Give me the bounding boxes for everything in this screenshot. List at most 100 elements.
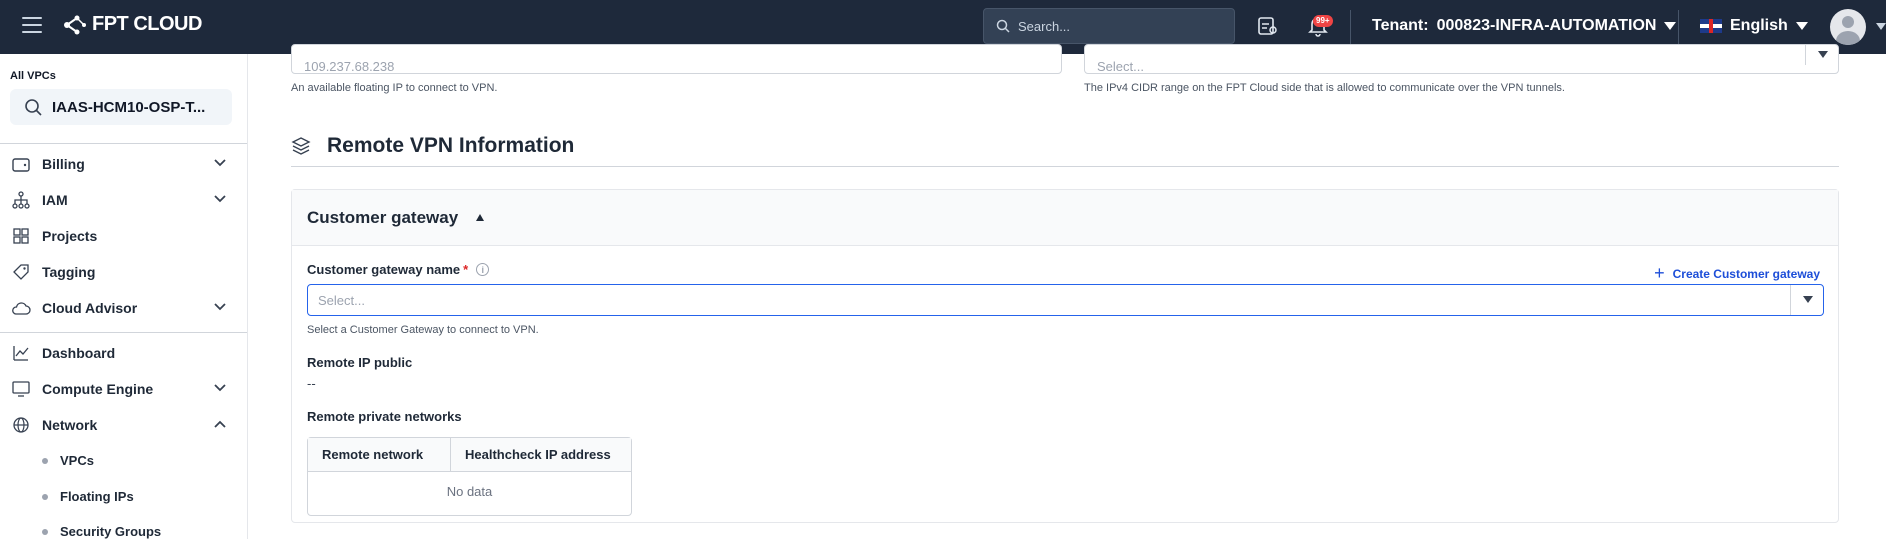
chevron-down-icon xyxy=(1795,22,1808,30)
sidebar-item-label: Network xyxy=(42,417,98,433)
avatar[interactable] xyxy=(1830,9,1866,45)
tenant-value: 000823-INFRA-AUTOMATION xyxy=(1436,17,1657,34)
select-divider xyxy=(1790,285,1791,315)
sidebar-item-label: Cloud Advisor xyxy=(42,300,138,316)
sidebar-subitem-security-groups[interactable]: Security Groups xyxy=(42,524,161,539)
sidebar-item-iam[interactable]: IAM xyxy=(0,185,247,215)
wallet-icon xyxy=(10,154,32,174)
tenant-selector[interactable]: Tenant: 000823-INFRA-AUTOMATION xyxy=(1372,17,1677,35)
main-content: 109.237.68.238 An available floating IP … xyxy=(248,44,1886,539)
hierarchy-icon xyxy=(10,190,32,210)
table-empty-message: No data xyxy=(446,484,493,499)
chevron-down-icon xyxy=(1664,22,1677,30)
card-header-toggle[interactable]: Customer gateway xyxy=(292,190,1838,246)
divider xyxy=(0,143,247,144)
uk-flag-icon xyxy=(1700,19,1722,33)
sidebar-item-network[interactable]: Network xyxy=(0,410,247,440)
language-label: English xyxy=(1730,17,1788,34)
customer-gateway-card: Customer gateway Customer gateway name *… xyxy=(291,189,1839,523)
logo-mark-icon xyxy=(64,15,86,34)
select-divider xyxy=(1805,45,1806,65)
layers-icon xyxy=(291,137,311,155)
remote-ip-label: Remote IP public xyxy=(307,355,413,370)
divider xyxy=(0,332,247,333)
sidebar-item-dashboard[interactable]: Dashboard xyxy=(0,338,247,368)
sidebar-item-cloud-advisor[interactable]: Cloud Advisor xyxy=(0,293,247,323)
cloud-icon xyxy=(10,298,32,318)
required-mark: * xyxy=(463,262,469,277)
sidebar-subitem-vpcs[interactable]: VPCs xyxy=(42,453,94,468)
divider xyxy=(1678,10,1679,44)
vpc-search-input[interactable]: IAAS-HCM10-OSP-T... xyxy=(10,89,232,125)
column-header-healthcheck-ip: Healthcheck IP address xyxy=(465,447,611,462)
remote-networks-label: Remote private networks xyxy=(307,409,462,424)
card-title: Customer gateway xyxy=(307,207,459,227)
collapse-icon xyxy=(476,214,485,221)
chevron-down-icon xyxy=(214,303,226,311)
divider xyxy=(291,166,1839,167)
floating-ip-field[interactable]: 109.237.68.238 xyxy=(291,44,1062,74)
chevron-down-icon[interactable] xyxy=(1803,296,1813,303)
chart-icon xyxy=(10,343,32,363)
floating-ip-value: 109.237.68.238 xyxy=(304,59,395,74)
chevron-down-icon xyxy=(214,195,226,203)
floating-ip-hint: An available floating IP to connect to V… xyxy=(291,82,498,94)
section-title: Remote VPN Information xyxy=(327,134,575,157)
sidebar-item-billing[interactable]: Billing xyxy=(0,149,247,179)
logo[interactable]: FPT CLOUD xyxy=(62,13,202,36)
language-selector[interactable]: English xyxy=(1700,17,1808,35)
sidebar-item-label: Projects xyxy=(42,228,98,244)
vpc-search-value: IAAS-HCM10-OSP-T... xyxy=(52,98,206,116)
info-icon[interactable]: i xyxy=(476,263,490,276)
sidebar-item-compute-engine[interactable]: Compute Engine xyxy=(0,374,247,404)
remote-networks-table: Remote network Healthcheck IP address No… xyxy=(307,437,632,516)
hamburger-menu-icon[interactable] xyxy=(22,17,42,33)
search-placeholder: Search... xyxy=(1018,18,1071,34)
gateway-name-label: Customer gateway name * i xyxy=(307,262,490,277)
remote-ip-value: -- xyxy=(307,376,316,391)
clipboard-icon[interactable] xyxy=(1255,14,1279,38)
bullet-icon xyxy=(42,457,48,464)
sidebar-item-tagging[interactable]: Tagging xyxy=(0,257,247,287)
cidr-select[interactable]: Select... xyxy=(1084,44,1839,74)
sidebar-item-label: IAM xyxy=(42,192,68,208)
globe-icon xyxy=(10,415,32,435)
sidebar-item-label: Billing xyxy=(42,156,85,172)
global-search-input[interactable]: Search... xyxy=(983,8,1235,44)
column-header-remote-network: Remote network xyxy=(308,438,451,471)
divider xyxy=(1350,10,1351,44)
sidebar-subitem-label: Floating IPs xyxy=(60,489,134,504)
grid-icon xyxy=(10,226,32,246)
bullet-icon xyxy=(42,528,48,535)
vpc-scope-label: All VPCs xyxy=(10,70,56,82)
chevron-down-icon[interactable] xyxy=(1876,23,1886,30)
chevron-down-icon xyxy=(214,384,226,392)
notification-badge: 99+ xyxy=(1313,15,1333,27)
gateway-select-hint: Select a Customer Gateway to connect to … xyxy=(307,324,539,336)
sidebar-subitem-floating-ips[interactable]: Floating IPs xyxy=(42,489,134,504)
search-icon xyxy=(25,99,42,116)
create-link-label: Create Customer gateway xyxy=(1672,266,1820,281)
monitor-icon xyxy=(10,379,32,399)
tenant-label: Tenant: xyxy=(1372,17,1429,34)
sidebar-subitem-label: Security Groups xyxy=(60,524,162,539)
plus-icon: + xyxy=(1654,263,1665,283)
chevron-up-icon xyxy=(214,420,226,428)
gateway-name-label-text: Customer gateway name xyxy=(307,262,461,277)
table-header: Remote network Healthcheck IP address xyxy=(308,438,631,472)
cidr-hint: The IPv4 CIDR range on the FPT Cloud sid… xyxy=(1084,82,1565,94)
create-customer-gateway-button[interactable]: + Create Customer gateway xyxy=(1654,263,1820,284)
cidr-placeholder: Select... xyxy=(1097,59,1144,74)
chevron-down-icon xyxy=(1818,51,1828,58)
section-header: Remote VPN Information xyxy=(291,134,574,158)
sidebar-item-projects[interactable]: Projects xyxy=(0,221,247,251)
bullet-icon xyxy=(42,493,48,500)
sidebar-item-label: Tagging xyxy=(42,264,96,280)
tag-icon xyxy=(10,262,32,282)
sidebar: All VPCs IAAS-HCM10-OSP-T... Billing IAM… xyxy=(0,54,248,539)
logo-text: FPT CLOUD xyxy=(92,13,202,35)
sidebar-item-label: Compute Engine xyxy=(42,381,154,397)
chevron-down-icon xyxy=(214,159,226,167)
sidebar-subitem-label: VPCs xyxy=(60,453,94,468)
customer-gateway-select[interactable]: Select... xyxy=(307,284,1824,316)
